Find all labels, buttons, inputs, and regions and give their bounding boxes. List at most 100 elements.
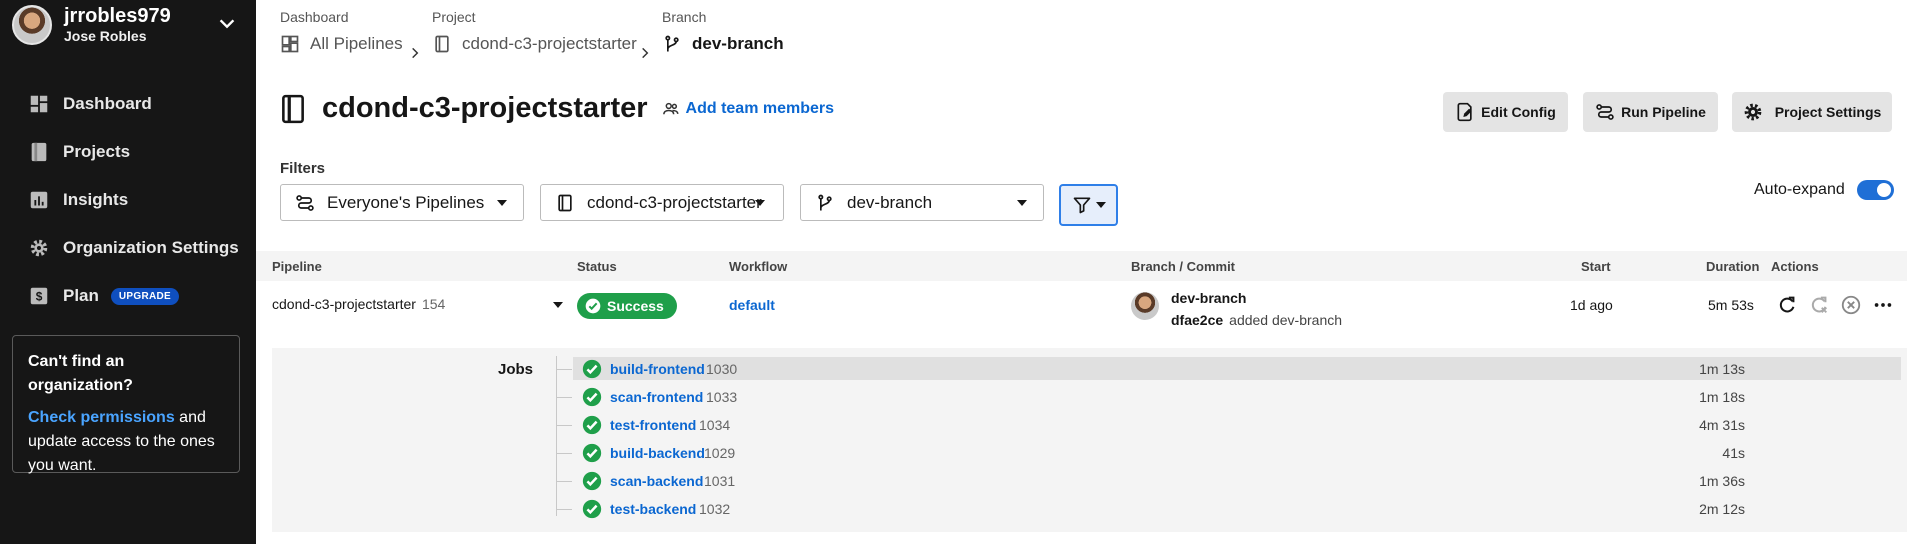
- job-name[interactable]: build-backend: [610, 445, 705, 461]
- dashboard-icon: [281, 35, 299, 53]
- pipelines-filter-select[interactable]: Everyone's Pipelines: [280, 184, 524, 221]
- job-duration: 1m 13s: [1699, 360, 1745, 377]
- page-title: cdond-c3-projectstarter: [322, 92, 648, 124]
- job-row[interactable]: scan-backend 1031 1m 36s: [573, 469, 1901, 492]
- pipeline-name-cell[interactable]: cdond-c3-projectstarter 154: [272, 296, 445, 312]
- sidebar-item-label: Projects: [63, 142, 131, 161]
- column-header-status: Status: [577, 259, 617, 274]
- check-circle-icon: [582, 471, 602, 490]
- pipeline-duration: 5m 53s: [1708, 297, 1754, 313]
- username: jrrobles979: [64, 5, 171, 27]
- pipelines-table-header: Pipeline Status Workflow Branch / Commit…: [256, 251, 1907, 281]
- commit-message: added dev-branch: [1229, 312, 1343, 328]
- chevron-down-icon[interactable]: [216, 13, 238, 35]
- sidebar-item-organization-settings[interactable]: Organization Settings: [0, 224, 256, 272]
- people-icon: [662, 102, 679, 114]
- user-menu[interactable]: jrrobles979 Jose Robles: [12, 5, 244, 45]
- job-name[interactable]: build-frontend: [610, 361, 705, 377]
- breadcrumb-project-value: cdond-c3-projectstarter: [462, 34, 637, 53]
- sidebar-item-insights[interactable]: Insights: [0, 176, 256, 224]
- svg-text:$: $: [36, 290, 43, 304]
- status-badge[interactable]: Success: [577, 293, 677, 319]
- branch-filter-select[interactable]: dev-branch: [800, 184, 1044, 221]
- sidebar-item-label: Insights: [63, 190, 129, 209]
- project-filter-select[interactable]: cdond-c3-projectstarter: [540, 184, 784, 221]
- breadcrumb-all-pipelines-label: All Pipelines: [310, 34, 403, 53]
- table-row[interactable]: cdond-c3-projectstarter 154 Success defau…: [256, 281, 1907, 339]
- chevron-right-icon: [412, 47, 419, 59]
- avatar: [12, 5, 52, 45]
- breadcrumb-project-label: Project: [432, 9, 476, 25]
- upgrade-badge[interactable]: UPGRADE: [110, 287, 180, 305]
- job-row[interactable]: build-backend 1029 41s: [573, 441, 1901, 464]
- sidebar-item-plan[interactable]: $ Plan UPGRADE: [0, 272, 256, 320]
- filter-icon: [1073, 197, 1090, 214]
- pipelines-icon: [296, 194, 314, 211]
- org-help-card: Can't find an organization? Check permis…: [12, 335, 240, 474]
- workflow-link[interactable]: default: [729, 297, 775, 313]
- project-icon: [282, 94, 304, 123]
- auto-expand-toggle[interactable]: [1856, 180, 1894, 200]
- add-team-members-link[interactable]: Add team members: [662, 99, 835, 118]
- job-number: 1029: [704, 444, 736, 461]
- job-duration: 4m 31s: [1699, 416, 1745, 433]
- sidebar-item-label: Organization Settings: [63, 238, 239, 257]
- rerun-icon[interactable]: [1776, 294, 1798, 316]
- more-icon[interactable]: [1872, 294, 1894, 316]
- breadcrumb-project[interactable]: cdond-c3-projectstarter: [432, 34, 637, 54]
- sidebar-item-label: Dashboard: [63, 94, 152, 113]
- job-name[interactable]: test-frontend: [610, 417, 696, 433]
- check-circle-icon: [582, 415, 602, 434]
- tree-connector: [556, 369, 572, 370]
- breadcrumb-branch-label: Branch: [662, 9, 707, 25]
- caret-down-icon: [755, 200, 765, 206]
- job-name[interactable]: scan-frontend: [610, 389, 703, 405]
- advanced-filter-button[interactable]: [1059, 184, 1118, 226]
- job-row[interactable]: build-frontend 1030 1m 13s: [573, 357, 1901, 380]
- job-number: 1031: [704, 472, 736, 489]
- job-row[interactable]: test-backend 1032 2m 12s: [573, 497, 1901, 520]
- job-name[interactable]: test-backend: [610, 501, 696, 517]
- check-circle-icon: [582, 359, 602, 378]
- project-settings-button[interactable]: Project Settings: [1732, 92, 1892, 132]
- job-number: 1030: [706, 360, 738, 377]
- tree-connector: [556, 509, 572, 510]
- jobs-tree-line: [556, 356, 557, 516]
- column-header-start: Start: [1581, 259, 1611, 274]
- rerun-failed-icon[interactable]: [1808, 294, 1830, 316]
- project-icon: [558, 194, 572, 211]
- job-row[interactable]: scan-frontend 1033 1m 18s: [573, 385, 1901, 408]
- tree-connector: [556, 481, 572, 482]
- edit-config-button[interactable]: Edit Config: [1443, 92, 1568, 132]
- gear-icon: [30, 239, 48, 257]
- column-header-branch-commit: Branch / Commit: [1131, 259, 1236, 274]
- plan-icon: $: [30, 287, 48, 305]
- job-duration: 2m 12s: [1699, 500, 1745, 517]
- commit-hash[interactable]: dfae2ce: [1171, 312, 1223, 328]
- sidebar-item-projects[interactable]: Projects: [0, 128, 256, 176]
- project-filter-value: cdond-c3-projectstarter: [587, 192, 762, 212]
- jobs-label: Jobs: [498, 361, 534, 378]
- cancel-icon[interactable]: [1840, 294, 1862, 316]
- org-help-title: Can't find an organization?: [28, 353, 133, 394]
- status-label: Success: [607, 298, 664, 314]
- tree-connector: [556, 453, 572, 454]
- expand-caret-icon[interactable]: [553, 302, 563, 308]
- run-pipeline-button[interactable]: Run Pipeline: [1583, 92, 1718, 132]
- breadcrumb-branch[interactable]: dev-branch: [662, 34, 784, 54]
- insights-icon: [30, 191, 48, 209]
- project-icon: [435, 35, 449, 53]
- job-row[interactable]: test-frontend 1034 4m 31s: [573, 413, 1901, 436]
- branch-icon: [818, 194, 832, 210]
- job-name[interactable]: scan-backend: [610, 473, 703, 489]
- gear-icon: [1744, 103, 1762, 121]
- edit-config-label: Edit Config: [1481, 104, 1556, 120]
- sidebar: jrrobles979 Jose Robles Dashboard Projec…: [0, 0, 256, 544]
- check-permissions-link[interactable]: Check permissions: [28, 409, 175, 426]
- run-pipeline-label: Run Pipeline: [1621, 104, 1706, 120]
- add-team-members-label: Add team members: [685, 99, 835, 117]
- column-header-pipeline: Pipeline: [272, 259, 322, 274]
- check-circle-icon: [585, 298, 601, 314]
- sidebar-item-dashboard[interactable]: Dashboard: [0, 80, 256, 128]
- breadcrumb-all-pipelines[interactable]: All Pipelines: [280, 34, 403, 54]
